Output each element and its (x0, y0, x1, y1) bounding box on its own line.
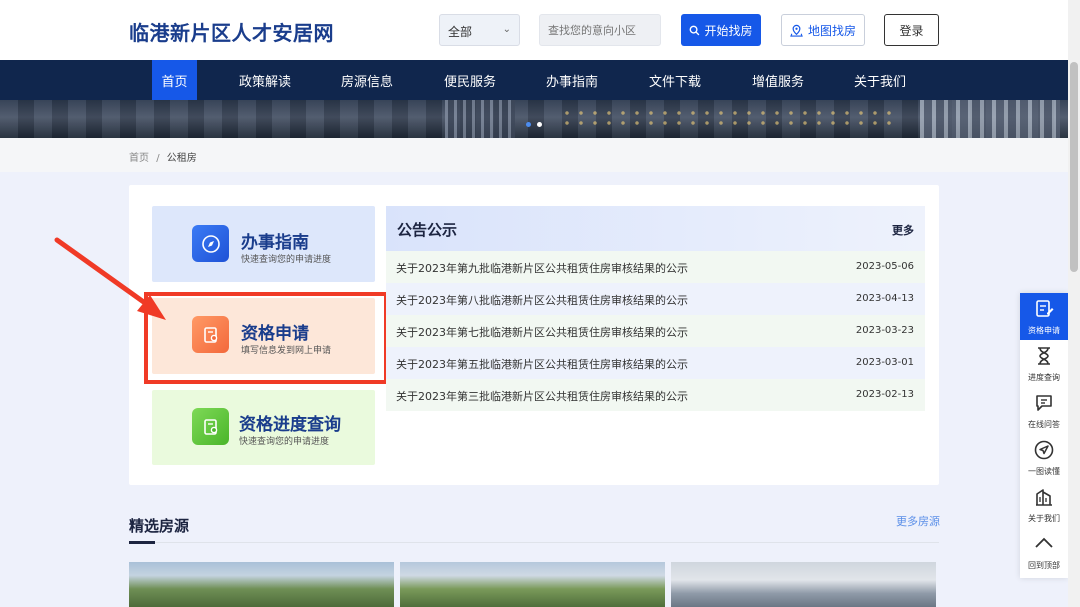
side-toolbar: 资格申请 进度查询 在线问答 一图读懂 关于我们 回到顶部 (1020, 293, 1068, 578)
map-search-button[interactable]: 地图找房 (781, 14, 865, 46)
login-button[interactable]: 登录 (884, 14, 939, 46)
notice-row-text: 关于2023年第三批临港新片区公共租赁住房审核结果的公示 (396, 390, 688, 403)
breadcrumb: 首页 / 公租房 (129, 153, 197, 164)
notice-row-text: 关于2023年第九批临港新片区公共租赁住房审核结果的公示 (396, 262, 688, 275)
chat-icon (1036, 395, 1052, 411)
featured-divider (129, 542, 939, 543)
start-search-button[interactable]: 开始找房 (681, 14, 761, 46)
map-pin-icon (790, 24, 803, 37)
nav-services[interactable]: 便民服务 (437, 60, 503, 100)
notice-row-date: 2023-05-06 (855, 261, 914, 272)
nav-housing[interactable]: 房源信息 (334, 60, 400, 100)
nav-home[interactable]: 首页 (152, 60, 197, 100)
notice-more-link[interactable]: 更多 (892, 222, 914, 238)
listing-photo[interactable] (400, 562, 665, 607)
float-about[interactable]: 关于我们 (1020, 481, 1068, 528)
send-icon (1034, 440, 1054, 460)
float-infographic[interactable]: 一图读懂 (1020, 434, 1068, 481)
notice-row[interactable]: 关于2023年第五批临港新片区公共租赁住房审核结果的公示 2023-03-01 (386, 347, 925, 379)
float-qa[interactable]: 在线问答 (1020, 387, 1068, 434)
chevron-up-icon (1035, 537, 1053, 548)
featured-title: 精选房源 (129, 517, 190, 535)
hourglass-icon (1038, 347, 1050, 365)
breadcrumb-home[interactable]: 首页 (129, 153, 149, 164)
nav-about[interactable]: 关于我们 (847, 60, 913, 100)
hero-banner[interactable] (0, 100, 1068, 138)
district-select[interactable]: 全部 ⌄ (439, 14, 520, 46)
notice-row-date: 2023-03-01 (855, 357, 914, 368)
red-highlight-box (144, 292, 388, 384)
notice-row[interactable]: 关于2023年第三批临港新片区公共租赁住房审核结果的公示 2023-02-13 (386, 379, 925, 411)
carousel-dot[interactable] (526, 122, 531, 127)
notice-row-text: 关于2023年第七批临港新片区公共租赁住房审核结果的公示 (396, 326, 688, 339)
listing-photo[interactable] (671, 562, 936, 607)
float-back-to-top-label: 回到顶部 (1028, 561, 1060, 570)
nav-downloads[interactable]: 文件下载 (642, 60, 708, 100)
float-back-to-top[interactable]: 回到顶部 (1020, 528, 1068, 575)
nav-value-added[interactable]: 增值服务 (745, 60, 811, 100)
notice-title: 公告公示 (397, 221, 458, 239)
certificate-check-icon (192, 408, 229, 445)
compass-icon (192, 225, 229, 262)
featured-more-link[interactable]: 更多房源 (896, 513, 940, 529)
tile-guide-sub: 快速查询您的申请进度 (241, 255, 332, 265)
search-icon (690, 25, 700, 35)
notice-row-text: 关于2023年第五批临港新片区公共租赁住房审核结果的公示 (396, 358, 688, 371)
listing-photo[interactable] (129, 562, 394, 607)
notice-header: 公告公示 更多 (386, 206, 925, 251)
nav-guide[interactable]: 办事指南 (539, 60, 605, 100)
header: 临港新片区人才安居网 全部 ⌄ 开始找房 地图找房 登录 (0, 0, 1068, 60)
notice-row-date: 2023-02-13 (855, 389, 914, 400)
scrollbar-thumb[interactable] (1070, 62, 1078, 272)
notice-row[interactable]: 关于2023年第九批临港新片区公共租赁住房审核结果的公示 2023-05-06 (386, 251, 925, 283)
map-search-label: 地图找房 (807, 23, 856, 38)
start-search-label: 开始找房 (704, 23, 753, 38)
building-icon (1036, 489, 1052, 506)
tile-progress-sub: 快速查询您的申请进度 (239, 437, 330, 447)
float-progress[interactable]: 进度查询 (1020, 340, 1068, 387)
breadcrumb-current: 公租房 (166, 153, 197, 164)
tile-progress[interactable]: 资格进度查询 快速查询您的申请进度 (152, 390, 375, 465)
notice-panel: 公告公示 更多 关于2023年第九批临港新片区公共租赁住房审核结果的公示 202… (386, 206, 925, 411)
tile-progress-title: 资格进度查询 (239, 415, 341, 435)
search-input[interactable] (539, 14, 661, 46)
float-progress-label: 进度查询 (1028, 373, 1060, 382)
notice-row-date: 2023-03-23 (855, 325, 914, 336)
float-about-label: 关于我们 (1028, 514, 1060, 523)
notice-row-text: 关于2023年第八批临港新片区公共租赁住房审核结果的公示 (396, 294, 688, 307)
notice-row[interactable]: 关于2023年第八批临港新片区公共租赁住房审核结果的公示 2023-04-13 (386, 283, 925, 315)
edit-document-icon (1036, 300, 1054, 317)
main-nav: 首页 政策解读 房源信息 便民服务 办事指南 文件下载 增值服务 关于我们 (0, 60, 1068, 100)
site-logo[interactable]: 临港新片区人才安居网 (129, 17, 334, 46)
float-apply-label: 资格申请 (1028, 326, 1060, 335)
tile-guide[interactable]: 办事指南 快速查询您的申请进度 (152, 206, 375, 282)
carousel-dot[interactable] (537, 122, 542, 127)
float-qa-label: 在线问答 (1028, 420, 1060, 429)
select-value: 全部 (448, 25, 473, 39)
tile-guide-title: 办事指南 (241, 233, 309, 253)
float-infographic-label: 一图读懂 (1028, 467, 1060, 476)
scrollbar[interactable] (1068, 0, 1080, 607)
nav-policy[interactable]: 政策解读 (232, 60, 298, 100)
notice-row-date: 2023-04-13 (855, 293, 914, 304)
notice-row[interactable]: 关于2023年第七批临港新片区公共租赁住房审核结果的公示 2023-03-23 (386, 315, 925, 347)
float-apply[interactable]: 资格申请 (1020, 293, 1068, 340)
chevron-down-icon: ⌄ (502, 24, 511, 35)
